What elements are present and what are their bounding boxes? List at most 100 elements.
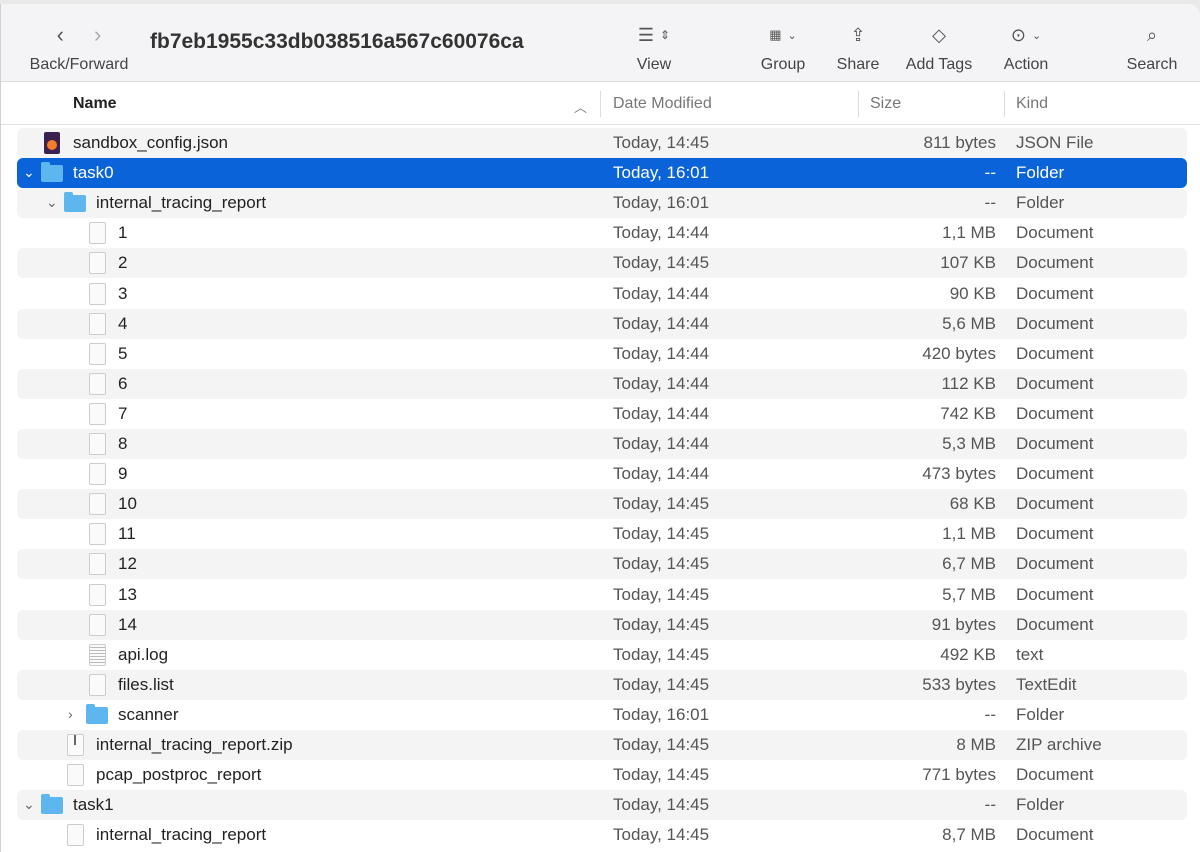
file-row[interactable]: 7 Today, 14:44 742 KB Document [17,399,1187,429]
file-row[interactable]: 11 Today, 14:45 1,1 MB Document [17,519,1187,549]
file-kind: Document [1016,825,1094,845]
file-name: scanner [118,704,179,724]
file-date: Today, 14:45 [613,795,710,815]
file-row[interactable]: pcap_postproc_report Today, 14:45 771 byte… [17,760,1187,790]
file-date: Today, 14:45 [613,584,710,604]
share-label: Share [836,56,880,73]
file-kind: TextEdit [1016,674,1077,694]
file-size: -- [984,193,996,213]
file-date: Today, 14:44 [613,434,710,453]
file-row[interactable]: 10 Today, 14:45 68 KB Document [17,489,1187,520]
file-name: 10 [118,494,137,514]
file-row[interactable]: internal_tracing_report.zip Today, 14:45 8… [17,730,1187,760]
file-size: 107 KB [940,253,996,273]
file-name: task0 [73,163,114,183]
file-size: 1,1 MB [942,524,996,544]
group-grid-icon: ▦ [769,27,782,42]
file-size: 5,3 MB [942,434,996,453]
document-icon [67,824,84,847]
file-row[interactable]: 12 Today, 14:45 6,7 MB Document [17,549,1187,580]
column-date-modified[interactable]: Date Modified [613,95,712,113]
window-title: fb7eb1955c33db038516a567c60076ca [150,30,524,53]
disclosure-closed-icon[interactable]: › [68,706,73,722]
file-kind: Folder [1016,163,1065,183]
action-button[interactable]: ⊙ ⌄ Action [996,20,1056,74]
json-file-icon [44,132,60,154]
file-row[interactable]: sandbox_config.json Today, 14:45 811 bytes… [17,128,1187,158]
file-row[interactable]: ⌄ internal_tracing_report Today, 16:01 -- Fo… [17,188,1187,219]
file-row[interactable]: 3 Today, 14:44 90 KB Document [17,279,1187,309]
file-kind: ZIP archive [1016,735,1102,754]
document-icon [89,402,106,425]
document-icon [89,282,106,305]
file-name: 11 [118,524,136,544]
column-size[interactable]: Size [870,95,901,113]
file-kind: Document [1016,283,1094,303]
file-date: Today, 14:44 [613,343,710,363]
file-date: Today, 14:44 [613,223,710,243]
file-size: 473 bytes [922,464,996,484]
back-icon[interactable]: ‹ [57,22,64,48]
file-size: 1,1 MB [942,223,996,243]
document-icon [89,372,106,395]
file-name: api.log [118,644,169,664]
file-kind: Document [1016,403,1094,423]
search-icon: ⌕ [1146,24,1158,45]
group-button[interactable]: ▦ ⌄ Group [753,20,813,74]
disclosure-open-icon[interactable]: ⌄ [23,164,35,181]
list-view-icon: ☰ [637,24,655,45]
column-name[interactable]: Name [73,95,117,113]
file-kind: Document [1016,494,1094,514]
file-row[interactable]: 9 Today, 14:44 473 bytes Document [17,459,1187,489]
file-name: internal_tracing_report [96,193,267,213]
file-date: Today, 14:45 [613,674,710,694]
share-button[interactable]: ⇪ Share [831,20,885,74]
file-date: Today, 14:45 [613,253,710,273]
file-name: 4 [118,313,128,333]
file-row[interactable]: 14 Today, 14:45 91 bytes Document [17,609,1187,640]
file-row[interactable]: internal_tracing_report Today, 14:45 8,7 M… [17,820,1187,850]
column-kind[interactable]: Kind [1016,95,1048,113]
file-kind: Document [1016,313,1094,333]
file-row[interactable]: 13 Today, 14:45 5,7 MB Document [17,580,1187,610]
document-icon [89,433,106,455]
disclosure-open-icon[interactable]: ⌄ [46,194,58,211]
file-date: Today, 14:45 [613,614,710,634]
search-button[interactable]: ⌕ Search [1121,20,1183,74]
file-name: 6 [118,373,128,393]
file-name: 13 [118,584,137,604]
sort-ascending-icon[interactable]: ︿ [574,97,587,116]
share-icon: ⇪ [850,24,866,45]
file-row[interactable]: ⌄ task1 Today, 14:45 -- Folder [17,790,1187,821]
file-kind: Document [1016,524,1094,544]
file-name: 12 [118,554,137,574]
file-name: 14 [118,614,137,634]
finder-window: ‹ › Back/Forward fb7eb1955c33db038516a567… [0,4,1200,852]
file-row[interactable]: › scanner Today, 16:01 -- Folder [17,700,1187,730]
document-icon [89,523,106,546]
file-size: 492 KB [940,644,996,664]
file-row[interactable]: api.log Today, 14:45 492 KB text [17,640,1187,670]
file-row[interactable]: files.list Today, 14:45 533 bytes TextEdit [17,669,1187,700]
view-button[interactable]: ☰ ⇕ View [624,20,684,74]
folder-icon [41,794,63,815]
add-tags-button[interactable]: ◇ Add Tags [899,20,979,74]
file-row[interactable]: 1 Today, 14:44 1,1 MB Document [17,218,1187,248]
forward-icon[interactable]: › [94,22,101,48]
disclosure-open-icon[interactable]: ⌄ [23,796,35,813]
file-row[interactable]: ⌄ task0 Today, 16:01 -- Folder [17,158,1187,189]
file-kind: Document [1016,373,1094,393]
file-kind: Document [1016,554,1094,574]
back-forward-control[interactable]: ‹ › Back/Forward [23,20,135,74]
file-row[interactable]: 4 Today, 14:44 5,6 MB Document [17,308,1187,339]
document-icon [89,312,106,335]
file-name: 2 [118,253,128,273]
text-file-icon [89,643,106,666]
file-kind: Document [1016,584,1094,604]
file-row[interactable]: 5 Today, 14:44 420 bytes Document [17,339,1187,369]
file-row[interactable]: 2 Today, 14:45 107 KB Document [17,248,1187,279]
file-size: 90 KB [949,283,996,303]
file-date: Today, 14:45 [613,494,710,514]
file-row[interactable]: 6 Today, 14:44 112 KB Document [17,368,1187,399]
file-row[interactable]: 8 Today, 14:44 5,3 MB Document [17,429,1187,459]
